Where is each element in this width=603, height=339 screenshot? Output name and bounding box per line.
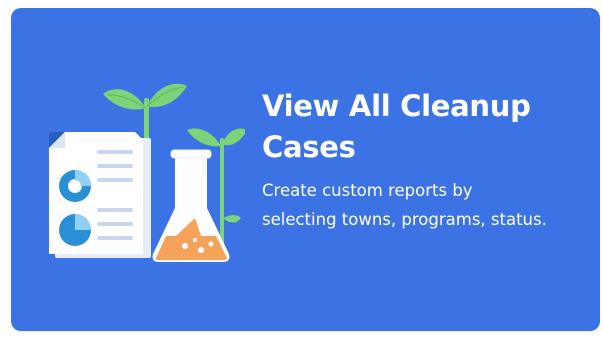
card-description: Create custom reports by selecting towns…: [262, 181, 547, 229]
card-title: View All Cleanup Cases: [262, 89, 531, 164]
pie-chart-icon: [59, 170, 91, 202]
cleanup-report-illustration: [49, 83, 245, 262]
view-all-cleanup-cases-card[interactable]: View All Cleanup Cases Create custom rep…: [11, 8, 600, 331]
card-text: View All Cleanup Cases Create custom rep…: [262, 86, 572, 234]
lab-flask-icon: [152, 149, 230, 262]
pie-chart-icon: [59, 214, 91, 246]
